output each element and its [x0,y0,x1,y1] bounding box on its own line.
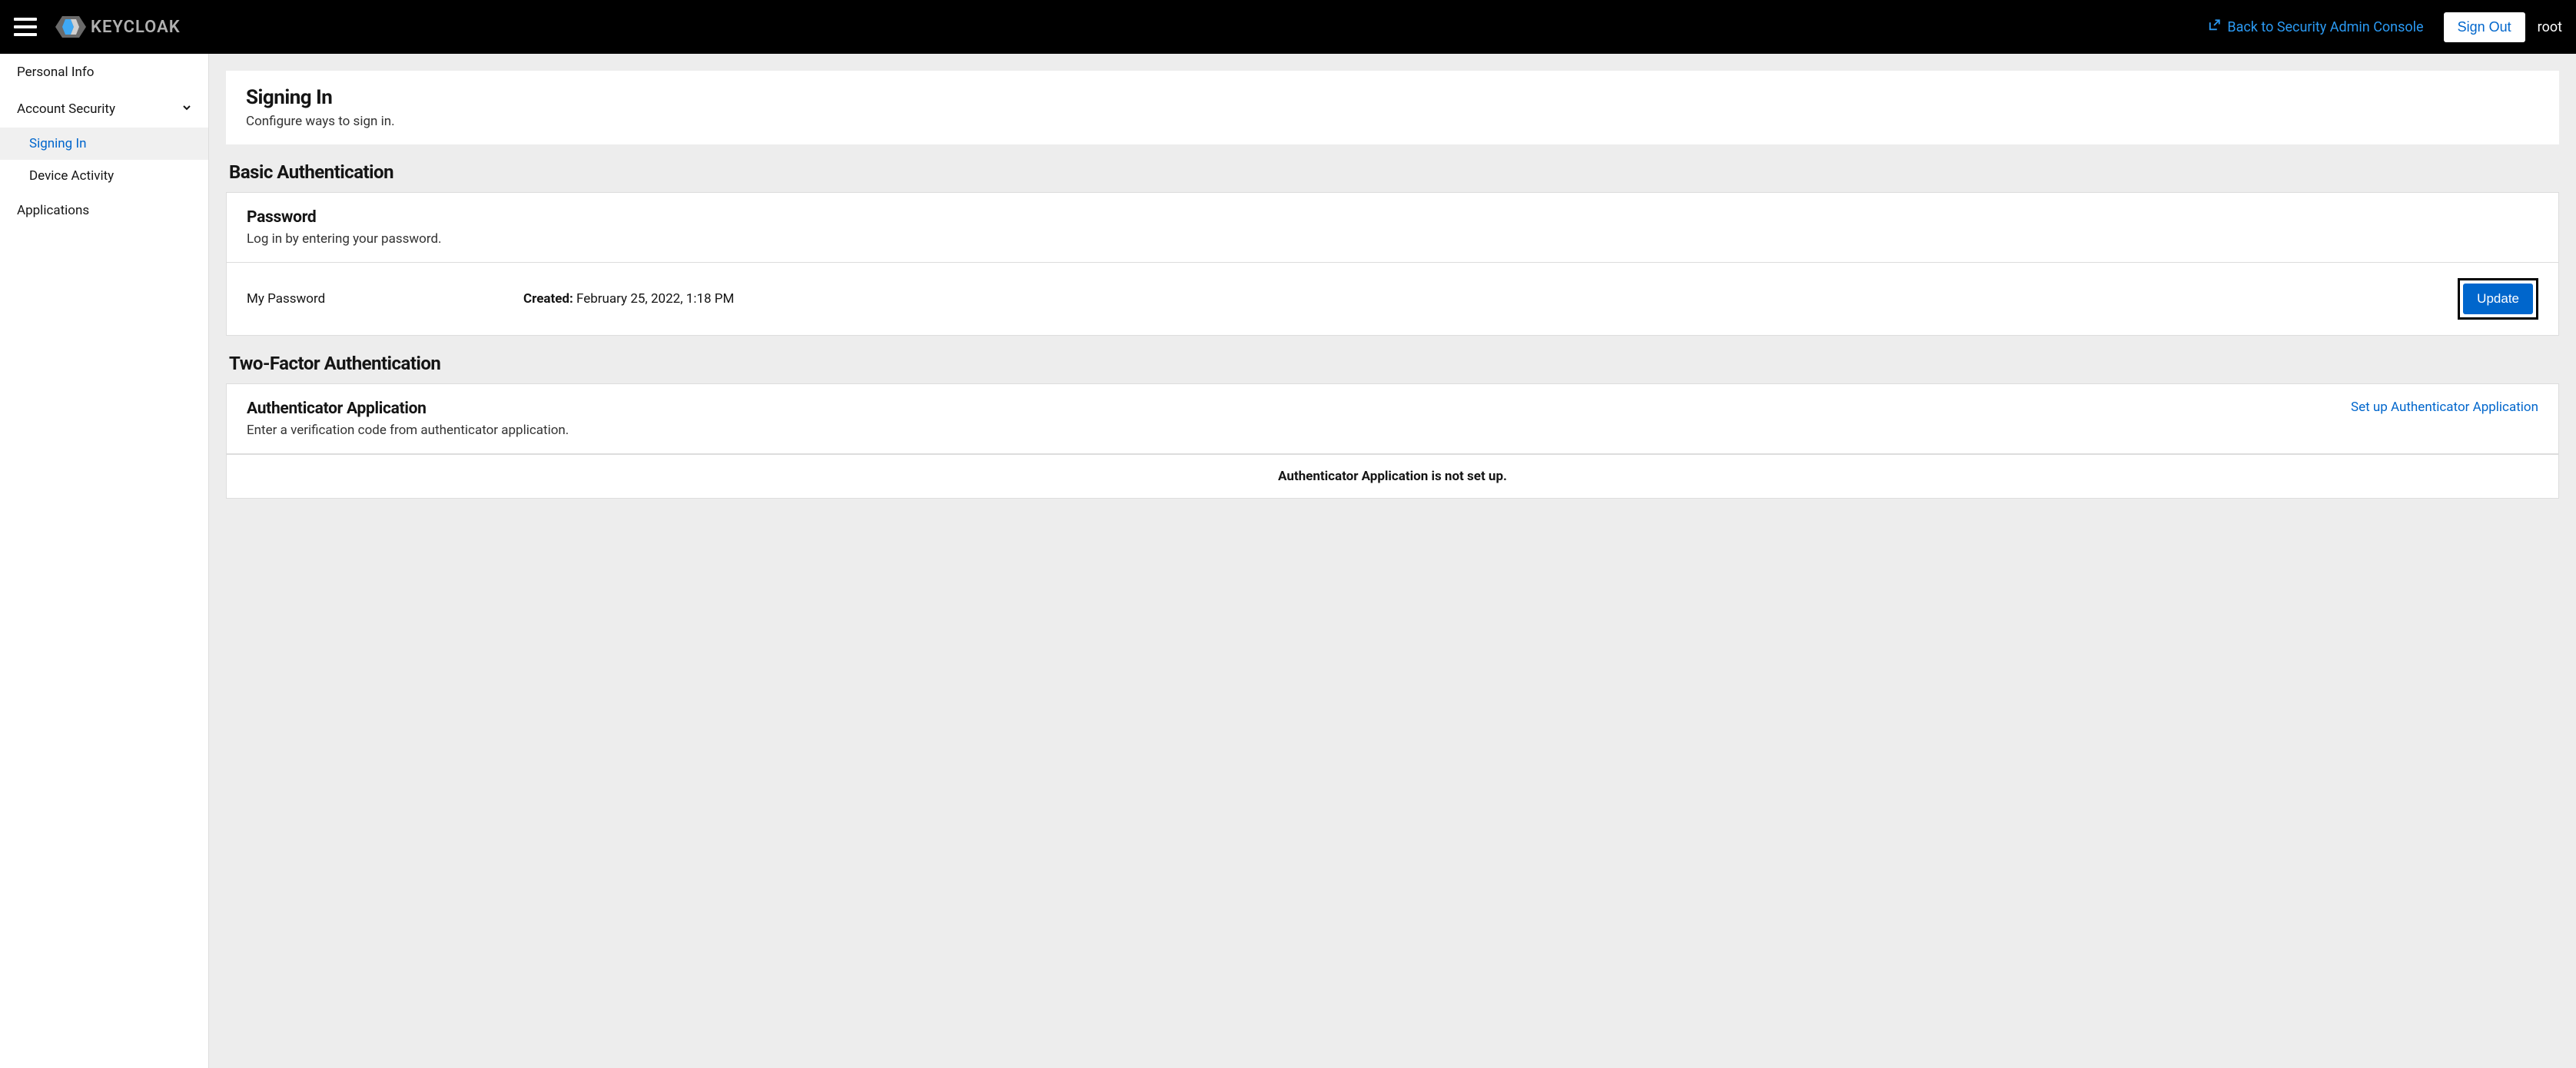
back-to-console-link[interactable]: Back to Security Admin Console [2207,18,2423,36]
password-row: My Password Created: February 25, 2022, … [227,263,2558,335]
sidebar-item-label: Signing In [29,136,86,151]
sidebar: Personal Info Account Security Signing I… [0,54,209,1068]
update-highlight-box: Update [2458,278,2538,320]
sidebar-item-account-security[interactable]: Account Security [0,91,208,128]
password-row-label: My Password [247,291,523,307]
logo-text: KEYCLOAK [91,18,181,37]
sidebar-item-applications[interactable]: Applications [0,192,208,229]
created-label: Created: [523,291,573,307]
password-card: Password Log in by entering your passwor… [226,192,2559,336]
password-created: Created: February 25, 2022, 1:18 PM [523,291,2458,307]
page-description: Configure ways to sign in. [246,114,2539,129]
password-card-head: Password Log in by entering your passwor… [227,193,2558,263]
setup-authenticator-link[interactable]: Set up Authenticator Application [2351,400,2538,415]
sign-out-button[interactable]: Sign Out [2444,12,2525,42]
update-password-button[interactable]: Update [2463,284,2533,314]
chevron-down-icon [182,103,191,115]
authenticator-card-desc: Enter a verification code from authentic… [247,423,569,438]
page-header-card: Signing In Configure ways to sign in. [226,71,2559,144]
top-header: KEYCLOAK Back to Security Admin Console … [0,0,2576,54]
back-to-console-label: Back to Security Admin Console [2227,19,2423,35]
external-link-icon [2207,18,2221,36]
authenticator-not-setup-message: Authenticator Application is not set up. [227,454,2558,498]
basic-auth-section-title: Basic Authentication [226,161,2559,183]
sidebar-item-label: Applications [17,203,89,218]
logo-mark-icon [54,10,88,44]
username-label: root [2538,19,2562,35]
logo[interactable]: KEYCLOAK [54,10,181,44]
authenticator-card-title: Authenticator Application [247,400,569,418]
sidebar-sub-signing-in[interactable]: Signing In [0,128,208,160]
sidebar-item-label: Personal Info [17,65,94,80]
page-title: Signing In [246,86,2539,109]
twofa-section-title: Two-Factor Authentication [226,353,2559,374]
authenticator-card: Authenticator Application Enter a verifi… [226,383,2559,499]
sidebar-item-personal-info[interactable]: Personal Info [0,54,208,91]
sidebar-sub-device-activity[interactable]: Device Activity [0,160,208,192]
hamburger-icon[interactable] [14,18,37,36]
password-card-title: Password [247,208,442,227]
main-content: Signing In Configure ways to sign in. Ba… [209,54,2576,1068]
password-card-desc: Log in by entering your password. [247,231,442,247]
sidebar-item-label: Account Security [17,101,115,117]
authenticator-card-head: Authenticator Application Enter a verifi… [227,384,2558,454]
created-value: February 25, 2022, 1:18 PM [576,291,734,307]
sidebar-item-label: Device Activity [29,168,114,184]
